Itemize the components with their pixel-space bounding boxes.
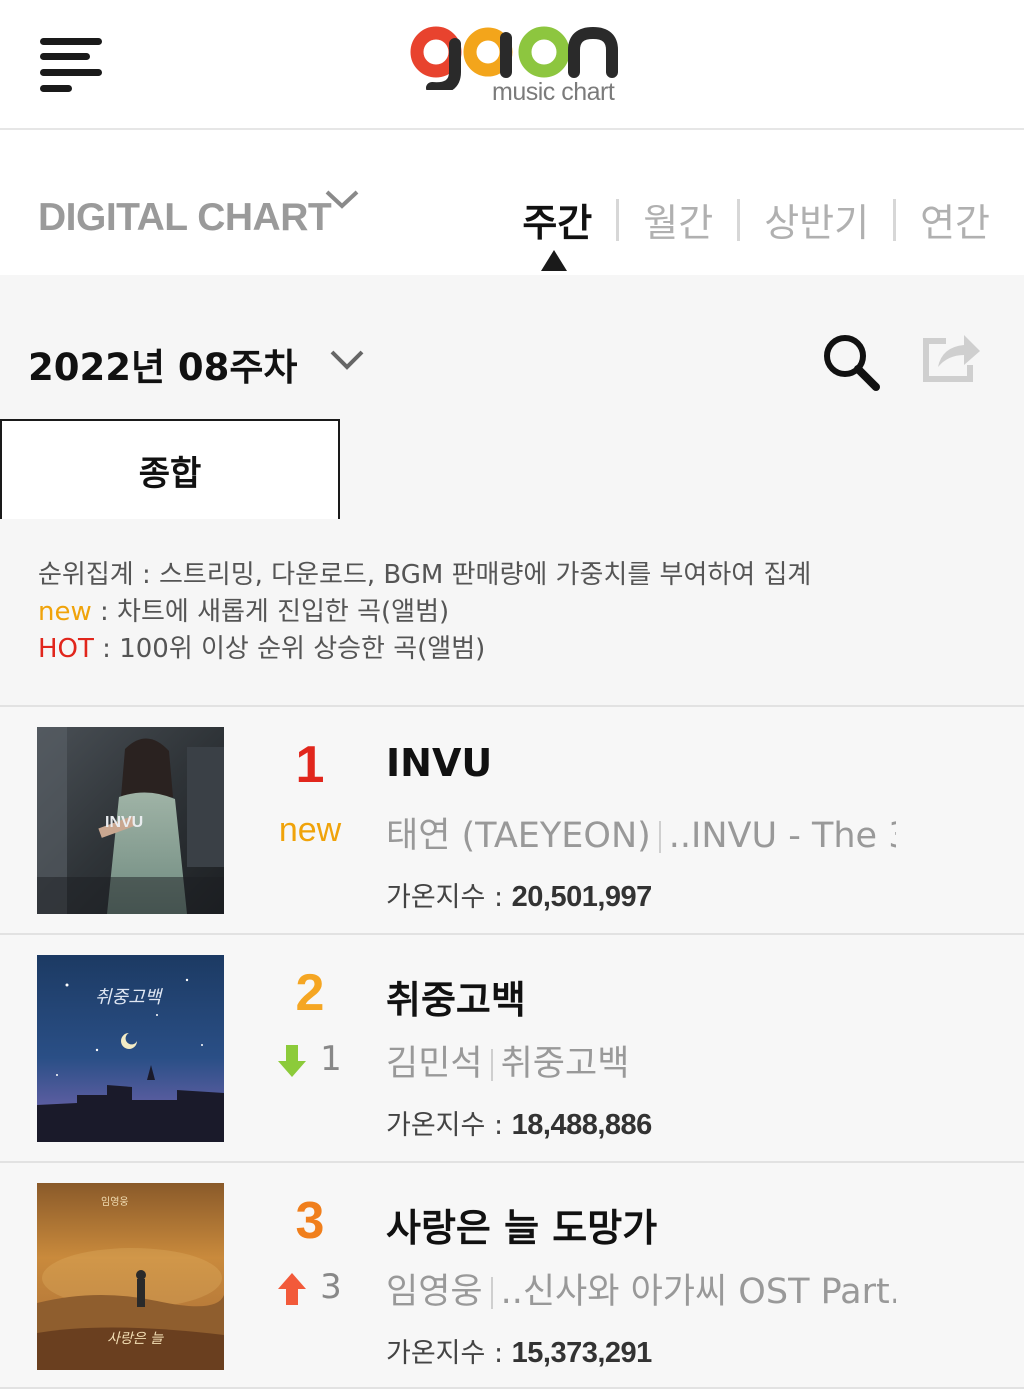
meta-divider bbox=[490, 1049, 493, 1081]
tab-yearly[interactable]: 연간 bbox=[920, 192, 990, 247]
artist-name[interactable]: 태연 (TAEYEON) bbox=[386, 816, 651, 856]
album-name[interactable]: 취중고백 bbox=[501, 1044, 630, 1084]
song-title[interactable]: INVU bbox=[386, 741, 492, 785]
top-bar: music chart bbox=[0, 0, 1024, 130]
gaon-index: 가온지수 : 18,488,886 bbox=[386, 1103, 652, 1142]
tab-divider bbox=[893, 198, 897, 241]
svg-text:취중고백: 취중고백 bbox=[95, 987, 164, 1008]
chart-header: DIGITAL CHART 주간 월간 상반기 연간 bbox=[0, 130, 1024, 279]
filter-area: 2022년 08주차 종합 순위집계 : 스트리밍, 다운로드, BGM 판매량… bbox=[0, 275, 1024, 705]
rank-number: 3 bbox=[295, 1192, 325, 1250]
rank-change-new: new bbox=[250, 811, 370, 850]
svg-text:INVU: INVU bbox=[105, 814, 143, 831]
gaon-logo[interactable]: music chart bbox=[408, 20, 620, 112]
chevron-down-icon[interactable] bbox=[322, 188, 362, 212]
chart-type-selector[interactable]: DIGITAL CHART bbox=[38, 196, 332, 240]
artist-name[interactable]: 임영웅 bbox=[386, 1272, 483, 1312]
chart-row[interactable]: INVU 1 new INVU 태연 (TAEYEON) ..INVU - The… bbox=[0, 705, 1024, 933]
up-arrow-icon bbox=[278, 1272, 307, 1305]
rank-change-text: 1 bbox=[320, 1039, 342, 1079]
chevron-down-icon[interactable] bbox=[328, 347, 366, 373]
tab-divider bbox=[737, 198, 741, 241]
gaon-index-value: 15,373,291 bbox=[511, 1337, 653, 1369]
legend-line-hot: HOT : 100위 이상 순위 상승한 곡(앨범) bbox=[38, 631, 811, 668]
rank-number: 1 bbox=[295, 736, 325, 794]
tab-weekly[interactable]: 주간 bbox=[522, 192, 592, 247]
ranking-legend: 순위집계 : 스트리밍, 다운로드, BGM 판매량에 가중치를 부여하여 집계… bbox=[38, 557, 811, 668]
chart-row[interactable]: 임영웅 사랑은 늘 3 3 사랑은 늘 도망가 임영웅 ..신사와 아가씨 OST… bbox=[0, 1161, 1024, 1389]
legend-new-key: new bbox=[38, 597, 92, 627]
artist-name[interactable]: 김민석 bbox=[386, 1044, 483, 1084]
album-name[interactable]: ..INVU - The 3r bbox=[669, 816, 896, 856]
legend-hot-desc: : 100위 이상 순위 상승한 곡(앨범) bbox=[93, 634, 486, 664]
meta-divider bbox=[490, 1277, 493, 1309]
tab-first-half[interactable]: 상반기 bbox=[764, 192, 869, 247]
chart-row[interactable]: 취중고백 2 1 취중고백 김민석 취중고백 가온지수 : 18,488,886 bbox=[0, 933, 1024, 1161]
meta-divider bbox=[658, 821, 661, 853]
gaon-index-label: 가온지수 : bbox=[386, 1110, 512, 1141]
tab-total[interactable]: 종합 bbox=[0, 419, 340, 519]
gaon-index-label: 가온지수 : bbox=[386, 882, 512, 913]
album-cover[interactable]: INVU bbox=[37, 727, 224, 914]
week-selector[interactable]: 2022년 08주차 bbox=[28, 337, 297, 391]
album-cover[interactable]: 취중고백 bbox=[37, 955, 224, 1142]
svg-text:임영웅: 임영웅 bbox=[101, 1195, 129, 1208]
hamburger-menu-icon[interactable] bbox=[40, 36, 104, 94]
tab-divider bbox=[616, 198, 620, 241]
gaon-index: 가온지수 : 15,373,291 bbox=[386, 1331, 652, 1370]
song-meta: 태연 (TAEYEON) ..INVU - The 3r bbox=[386, 807, 896, 858]
search-icon[interactable] bbox=[820, 331, 882, 393]
chart-list: INVU 1 new INVU 태연 (TAEYEON) ..INVU - The… bbox=[0, 705, 1024, 1389]
song-title[interactable]: 사랑은 늘 도망가 bbox=[386, 1197, 657, 1252]
tab-monthly[interactable]: 월간 bbox=[643, 192, 713, 247]
song-meta: 임영웅 ..신사와 아가씨 OST Part. bbox=[386, 1263, 896, 1314]
active-tab-caret bbox=[541, 250, 567, 271]
rank-change-text: 3 bbox=[320, 1267, 342, 1307]
album-cover[interactable]: 임영웅 사랑은 늘 bbox=[37, 1183, 224, 1370]
gaon-index-value: 18,488,886 bbox=[511, 1109, 653, 1141]
period-tabs: 주간 월간 상반기 연간 bbox=[522, 192, 990, 247]
legend-line-new: new : 차트에 새롭게 진입한 곡(앨범) bbox=[38, 594, 811, 631]
song-meta: 김민석 취중고백 bbox=[386, 1035, 896, 1086]
legend-line-aggregation: 순위집계 : 스트리밍, 다운로드, BGM 판매량에 가중치를 부여하여 집계 bbox=[38, 560, 812, 590]
legend-hot-key: HOT bbox=[38, 634, 94, 664]
song-title[interactable]: 취중고백 bbox=[386, 969, 526, 1024]
rank-change-up: 3 bbox=[250, 1267, 370, 1307]
svg-text:사랑은 늘: 사랑은 늘 bbox=[107, 1331, 164, 1347]
legend-new-desc: : 차트에 새롭게 진입한 곡(앨범) bbox=[91, 597, 450, 627]
gaon-index: 가온지수 : 20,501,997 bbox=[386, 875, 652, 914]
gaon-index-label: 가온지수 : bbox=[386, 1338, 512, 1369]
rank-change-down: 1 bbox=[250, 1039, 370, 1079]
down-arrow-icon bbox=[278, 1044, 307, 1077]
logo-subtitle: music chart bbox=[492, 78, 615, 106]
album-name[interactable]: ..신사와 아가씨 OST Part. bbox=[501, 1272, 896, 1312]
share-icon[interactable] bbox=[920, 329, 982, 385]
rank-change-text: new bbox=[278, 811, 342, 849]
gaon-index-value: 20,501,997 bbox=[511, 881, 653, 913]
rank-number: 2 bbox=[295, 964, 325, 1022]
